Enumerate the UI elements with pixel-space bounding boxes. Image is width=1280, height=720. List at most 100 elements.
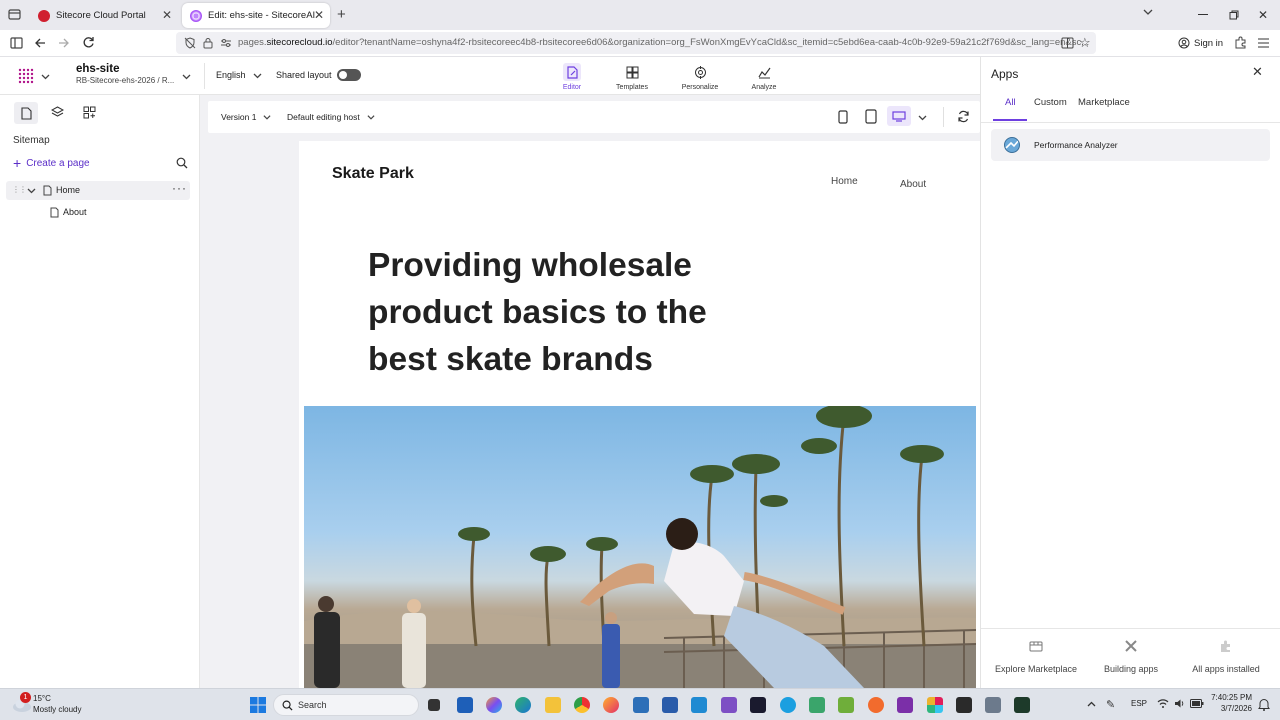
forward-arrow-icon[interactable]	[58, 37, 70, 49]
back-arrow-icon[interactable]	[34, 37, 46, 49]
clock-time[interactable]: 7:40:25 PM	[1206, 693, 1252, 702]
apps-tab-all[interactable]: All	[993, 97, 1027, 121]
footer-divider	[981, 628, 1280, 629]
app-icon-4[interactable]	[780, 697, 796, 713]
building-apps-button[interactable]: Building apps	[1086, 637, 1176, 677]
notifications-icon[interactable]	[1258, 698, 1270, 711]
lock-icon[interactable]	[203, 37, 213, 49]
powershell-icon[interactable]	[662, 697, 678, 713]
nav-analyze[interactable]: Analyze	[734, 61, 794, 91]
preview-nav-home[interactable]: Home	[831, 176, 858, 187]
desktop-device-icon[interactable]	[887, 106, 911, 126]
reader-view-icon[interactable]	[1061, 37, 1074, 49]
terminal-icon[interactable]	[956, 697, 972, 713]
hero-image[interactable]	[304, 406, 976, 688]
nav-templates[interactable]: Templates	[602, 61, 662, 91]
sitemap-item-about[interactable]: About	[6, 203, 190, 222]
restore-window-icon[interactable]	[1229, 10, 1239, 20]
volume-icon[interactable]	[1174, 698, 1186, 709]
browser-tab-cloud-portal[interactable]: Sitecore Cloud Portal ✕	[30, 3, 178, 28]
tab-list-icon[interactable]	[8, 8, 21, 21]
app-icon-1[interactable]	[457, 697, 473, 713]
wifi-icon[interactable]	[1157, 698, 1169, 709]
close-tab-icon[interactable]: ✕	[314, 8, 324, 22]
copilot-icon[interactable]	[486, 697, 502, 713]
app-icon-7[interactable]	[868, 697, 884, 713]
close-tab-icon[interactable]: ✕	[162, 8, 172, 22]
taskbar-search-box[interactable]: Search	[273, 694, 419, 716]
firefox-icon[interactable]	[603, 697, 619, 713]
components-tab-icon[interactable]	[51, 106, 64, 119]
app-icon-8[interactable]	[985, 697, 1001, 713]
file-explorer-icon[interactable]	[545, 697, 561, 713]
app-icon-6[interactable]	[838, 697, 854, 713]
sidebar-toggle-icon[interactable]	[10, 37, 23, 49]
search-icon[interactable]	[176, 157, 188, 169]
personalize-icon	[691, 63, 709, 81]
tablet-device-icon[interactable]	[865, 109, 877, 124]
extensions-icon[interactable]	[1234, 36, 1247, 49]
nav-editor[interactable]: Editor	[542, 61, 602, 91]
sign-in-button[interactable]: Sign in	[1178, 35, 1223, 51]
apps-tab-marketplace[interactable]: Marketplace	[1078, 97, 1130, 108]
browser-tab-editor[interactable]: Edit: ehs-site - SitecoreAI ✕	[182, 3, 330, 28]
explore-marketplace-button[interactable]: Explore Marketplace	[991, 637, 1081, 677]
pages-tab-icon[interactable]	[14, 102, 38, 124]
app-icon-9[interactable]	[1014, 697, 1030, 713]
app-icon-2[interactable]	[633, 697, 649, 713]
refresh-icon[interactable]	[957, 110, 970, 123]
preview-headline[interactable]: Providing wholesale product basics to th…	[368, 242, 713, 383]
address-bar[interactable]: pages.sitecorecloud.io/editor?tenantName…	[176, 32, 1096, 54]
chrome-icon[interactable]	[574, 697, 590, 713]
apps-tab-custom[interactable]: Custom	[1034, 97, 1067, 108]
reload-icon[interactable]	[82, 36, 95, 49]
browser-menu-icon[interactable]	[1258, 38, 1269, 48]
close-window-icon[interactable]: ✕	[1258, 8, 1268, 22]
new-tab-icon[interactable]: +	[337, 6, 346, 23]
page-preview[interactable]: Skate Park Home About Providing wholesal…	[299, 141, 980, 688]
sitemap-item-home[interactable]: ⋮⋮ Home ···	[6, 181, 190, 200]
app-switcher-chevron-icon[interactable]	[41, 72, 50, 81]
device-chevron-icon[interactable]	[918, 113, 927, 122]
editing-host-selector[interactable]: Default editing host	[287, 112, 375, 122]
close-icon[interactable]: ✕	[1252, 64, 1263, 80]
edge-icon[interactable]	[515, 697, 531, 713]
site-selector[interactable]: ehs-site RB-Sitecore-ehs-2026 / R...	[76, 63, 196, 89]
expand-chevron-icon[interactable]	[27, 186, 36, 195]
sitecore-logo-icon[interactable]	[17, 67, 35, 85]
battery-icon[interactable]	[1190, 699, 1204, 708]
tray-overflow-chevron-icon[interactable]	[1087, 700, 1096, 709]
weather-widget[interactable]: 1 15°C Mostly cloudy	[10, 692, 100, 717]
create-page-button[interactable]: + Create a page	[13, 156, 90, 170]
bookmark-star-icon[interactable]: ☆	[1079, 35, 1091, 51]
slack-icon[interactable]	[927, 697, 943, 713]
mobile-device-icon[interactable]	[838, 110, 848, 124]
windows-start-icon[interactable]	[250, 697, 266, 713]
more-options-icon[interactable]: ···	[172, 181, 187, 195]
language-selector[interactable]: English	[216, 70, 262, 80]
toggle-switch[interactable]	[336, 69, 361, 81]
onenote-icon[interactable]	[897, 697, 913, 713]
tab-overflow-chevron-icon[interactable]	[1142, 6, 1154, 18]
preview-nav-about[interactable]: About	[900, 179, 926, 190]
visual-studio-icon[interactable]	[721, 697, 737, 713]
nav-personalize[interactable]: Personalize	[670, 61, 730, 91]
language-indicator[interactable]: ESP	[1131, 699, 1147, 708]
pen-icon[interactable]: ✎	[1106, 698, 1115, 711]
site-settings-icon[interactable]	[220, 37, 232, 49]
clock-date[interactable]: 3/7/2026	[1206, 704, 1252, 713]
app-icon-3[interactable]	[750, 697, 766, 713]
editing-host-chevron-icon	[367, 113, 375, 121]
app-icon-5[interactable]	[809, 697, 825, 713]
widgets-tab-icon[interactable]	[83, 106, 96, 119]
drag-handle-icon[interactable]: ⋮⋮	[12, 185, 27, 194]
minimize-window-icon[interactable]	[1198, 14, 1208, 15]
vscode-icon[interactable]	[691, 697, 707, 713]
sitemap-item-label: Home	[56, 185, 81, 195]
shared-layout-toggle[interactable]: Shared layout	[276, 69, 361, 81]
app-item-performance-analyzer[interactable]: Performance Analyzer	[991, 129, 1270, 161]
all-apps-installed-button[interactable]: All apps installed	[1181, 637, 1271, 677]
task-view-icon[interactable]	[428, 699, 440, 711]
version-selector[interactable]: Version 1	[221, 112, 271, 122]
tracking-protection-icon[interactable]	[184, 37, 196, 49]
